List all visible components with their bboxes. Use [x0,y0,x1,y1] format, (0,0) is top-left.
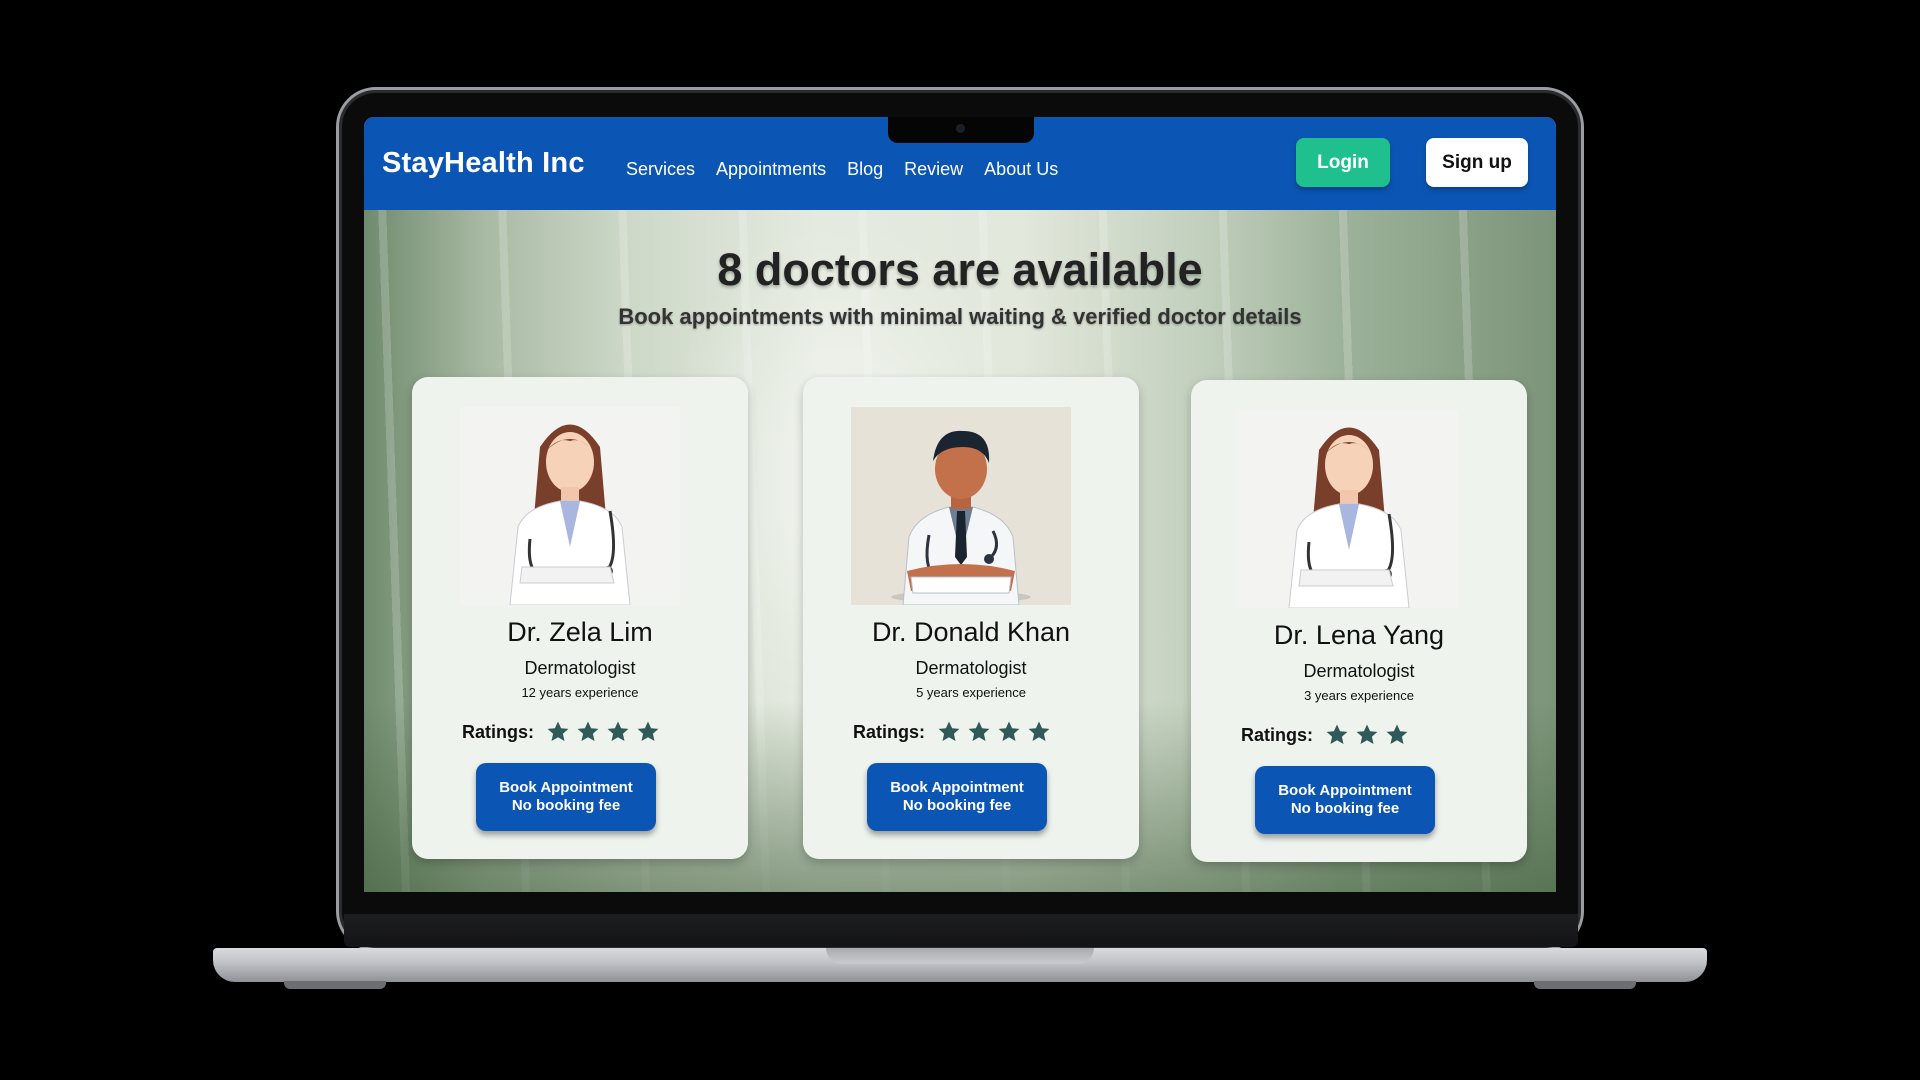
doctor-name: Dr. Lena Yang [1273,620,1445,650]
star-icon [547,721,569,741]
doctor-card: Dr. Zela Lim Dermatologist 12 years expe… [412,377,748,859]
doctor-experience: 3 years experience [1304,688,1414,703]
doctor-experience: 5 years experience [916,685,1026,700]
book-button-line2: No booking fee [1290,800,1400,817]
book-appointment-button[interactable]: Book Appointment No booking fee [476,763,656,831]
star-icon [968,721,990,741]
star-icon [1356,724,1378,744]
login-button[interactable]: Login [1296,138,1390,187]
star-icon [1028,721,1050,741]
book-appointment-button[interactable]: Book Appointment No booking fee [867,763,1047,831]
book-button-line2: No booking fee [511,797,621,814]
doctor-experience: 12 years experience [521,685,639,700]
ratings-label: Ratings: [853,721,925,742]
star-rating [937,720,1057,744]
doctor-avatar [851,407,1071,605]
doctor-avatar [460,407,680,605]
doctor-specialty: Dermatologist [915,658,1027,678]
ratings-row: Ratings: [462,720,666,744]
nav-link-about-us[interactable]: About Us [984,159,1058,180]
laptop-base [213,948,1707,982]
book-button-line2: No booking fee [902,797,1012,814]
nav-link-appointments[interactable]: Appointments [716,159,826,180]
laptop-foot-right [1534,981,1636,989]
star-rating [546,720,666,744]
star-icon [1386,724,1408,744]
doctor-card: Dr. Donald Khan Dermatologist 5 years ex… [803,377,1139,859]
doctor-specialty: Dermatologist [524,658,636,678]
camera-icon [956,124,965,133]
star-icon [1326,724,1348,744]
ratings-label: Ratings: [462,721,534,742]
nav-link-services[interactable]: Services [626,159,695,180]
brand-logo[interactable]: StayHealth Inc [382,147,585,180]
star-icon [607,721,629,741]
book-button-line1: Book Appointment [890,779,1024,796]
ratings-row: Ratings: [853,720,1057,744]
doctor-avatar [1239,410,1459,608]
camera-notch [888,117,1034,143]
laptop-hinge [344,914,1578,947]
star-icon [998,721,1020,741]
star-rating [1325,723,1415,747]
page-title: 8 doctors are available [717,244,1203,295]
doctor-name: Dr. Donald Khan [871,617,1071,647]
nav-link-review[interactable]: Review [904,159,963,180]
signup-button[interactable]: Sign up [1426,138,1528,187]
doctor-card: Dr. Lena Yang Dermatologist 3 years expe… [1191,380,1527,862]
page-subtitle: Book appointments with minimal waiting &… [618,304,1302,329]
nav-link-blog[interactable]: Blog [847,159,883,180]
screen: StayHealth Inc Services Appointments Blo… [364,117,1556,892]
book-button-line1: Book Appointment [1278,782,1412,799]
star-icon [938,721,960,741]
star-icon [637,721,659,741]
star-icon [577,721,599,741]
doctor-name: Dr. Zela Lim [507,617,653,647]
laptop-base-notch [826,948,1094,964]
laptop-foot-left [284,981,386,989]
ratings-label: Ratings: [1241,724,1313,745]
book-appointment-button[interactable]: Book Appointment No booking fee [1255,766,1435,834]
ratings-row: Ratings: [1241,723,1415,747]
nav-links: Services Appointments Blog Review About … [626,159,1079,180]
doctor-specialty: Dermatologist [1303,661,1415,681]
book-button-line1: Book Appointment [499,779,633,796]
